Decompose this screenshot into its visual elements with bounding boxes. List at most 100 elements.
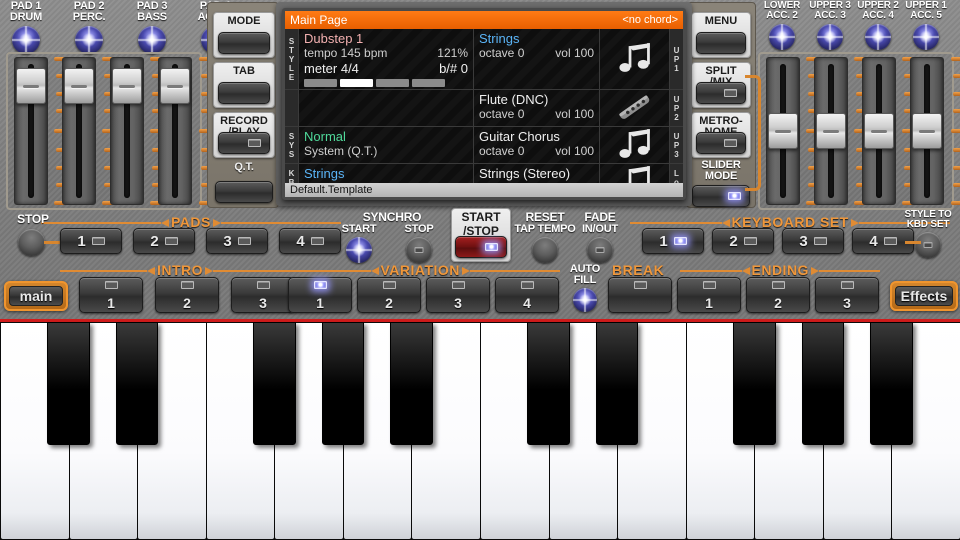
tab-button[interactable]: TAB [213, 62, 275, 108]
synchro-stop-knob[interactable] [406, 237, 432, 263]
ending-button-2[interactable]: 2 [746, 277, 810, 313]
keyboard-set-button-3[interactable]: 3 [782, 228, 844, 254]
keyboard-set-button-1[interactable]: 1 [642, 228, 704, 254]
intro-button-3[interactable]: 3 [231, 277, 295, 313]
right-slider-4[interactable] [908, 57, 946, 205]
black-key[interactable] [390, 322, 433, 445]
variation-button-4[interactable]: 4 [495, 277, 559, 313]
black-key[interactable] [47, 322, 90, 445]
qt-switch[interactable] [215, 181, 273, 203]
slider-handle[interactable] [912, 113, 942, 149]
left-slider-1[interactable] [12, 57, 50, 205]
pad-knob-3[interactable] [138, 26, 166, 54]
auto-fill-control[interactable]: AUTOFILL [562, 264, 608, 312]
black-key[interactable] [116, 322, 159, 445]
variation-button-1[interactable]: 1 [288, 277, 352, 313]
synchro-start-knob[interactable] [346, 237, 372, 263]
effects-button[interactable]: Effects [890, 281, 958, 311]
pad-top-1[interactable]: PAD 1DRUM [0, 1, 56, 54]
pad-top-2[interactable]: PAD 2PERC. [59, 1, 119, 54]
black-key[interactable] [596, 322, 639, 445]
pad-button-4[interactable]: 4 [279, 228, 341, 254]
pad-top-3[interactable]: PAD 3BASS [122, 1, 182, 54]
lcd-row-volume-3: vol 100 [555, 144, 594, 158]
style-to-kbd-knob[interactable] [915, 232, 941, 258]
pad-button-3[interactable]: 3 [206, 228, 268, 254]
slider-handle[interactable] [768, 113, 798, 149]
lcd-sound-cell-2[interactable]: Flute (DNC)octave 0vol 100 [474, 90, 600, 126]
intro-button-2[interactable]: 2 [155, 277, 219, 313]
black-key[interactable] [322, 322, 365, 445]
fade-in-out-knob[interactable] [587, 237, 613, 263]
break-button[interactable] [608, 277, 672, 313]
slider-handle[interactable] [816, 113, 846, 149]
slider-handle[interactable] [64, 68, 94, 104]
slider-handle[interactable] [864, 113, 894, 149]
metronome-button[interactable]: METRO-NOME [691, 112, 751, 158]
black-key[interactable] [802, 322, 845, 445]
slider-handle[interactable] [160, 68, 190, 104]
menu-button[interactable]: MENU [691, 12, 751, 58]
mode-button[interactable]: MODE [213, 12, 275, 58]
lcd-style-cell-2[interactable] [299, 90, 474, 126]
lcd-row-volume-1: vol 100 [555, 46, 594, 60]
record-play-button-switch[interactable] [218, 132, 270, 154]
part-knob-3[interactable] [865, 24, 891, 50]
part-knob-1[interactable] [769, 24, 795, 50]
menu-button-switch[interactable] [696, 32, 746, 54]
record-play-button[interactable]: RECORD/PLAY [213, 112, 275, 158]
lcd-sound-cell-3[interactable]: Guitar Chorusoctave 0vol 100 [474, 127, 600, 163]
left-slider-3[interactable] [108, 57, 146, 205]
slider-mode-button[interactable]: SLIDERMODE [691, 160, 751, 208]
variation-button-3[interactable]: 3 [426, 277, 490, 313]
pad-button-1[interactable]: 1 [60, 228, 122, 254]
slider-mode-switch[interactable] [692, 185, 750, 207]
right-slider-1[interactable] [764, 57, 802, 205]
black-key[interactable] [733, 322, 776, 445]
lcd-style-cell-1[interactable]: Dubstep 1tempo 145 bpm121%meter 4/4b/# 0 [299, 29, 474, 89]
intro-button-1[interactable]: 1 [79, 277, 143, 313]
left-slider-4[interactable] [156, 57, 194, 205]
ending-button-1[interactable]: 1 [677, 277, 741, 313]
part-top-1[interactable]: LOWERACC. 2 [756, 1, 808, 50]
variation-button-2[interactable]: 2 [357, 277, 421, 313]
lcd-row-sound-3: Guitar Chorus [479, 129, 594, 144]
mode-button-switch[interactable] [218, 32, 270, 54]
right-slider-3[interactable] [860, 57, 898, 205]
start-stop-button[interactable]: START/STOP [451, 208, 511, 262]
left-slider-2[interactable] [60, 57, 98, 205]
part-top-2[interactable]: UPPER 3ACC. 3 [804, 1, 856, 50]
part-knob-2[interactable] [817, 24, 843, 50]
reset-tap-tempo-knob[interactable] [532, 237, 558, 263]
lcd-sound-cell-1[interactable]: Stringsoctave 0vol 100 [474, 29, 600, 89]
panel-root: PAD 1DRUMPAD 2PERC.PAD 3BASSPAD 4ACC. 1L… [0, 0, 960, 540]
pad-button-2[interactable]: 2 [133, 228, 195, 254]
pad-knob-2[interactable] [75, 26, 103, 54]
black-key[interactable] [527, 322, 570, 445]
ending-button-3[interactable]: 3 [815, 277, 879, 313]
piano-keyboard[interactable] [0, 319, 960, 540]
main-button[interactable]: main [4, 281, 68, 311]
reset-label: RESET [512, 211, 578, 223]
split-mix-button-switch[interactable] [696, 82, 746, 104]
black-key[interactable] [253, 322, 296, 445]
metronome-button-switch[interactable] [696, 132, 746, 154]
part-knob-4[interactable] [913, 24, 939, 50]
intro-group-label: INTRO [157, 262, 203, 278]
tab-button-switch[interactable] [218, 82, 270, 104]
part-top-4[interactable]: UPPER 1ACC. 5 [900, 1, 952, 50]
keyboard-set-button-2[interactable]: 2 [712, 228, 774, 254]
split-mix-button[interactable]: SPLIT/MIX [691, 62, 751, 108]
black-key[interactable] [870, 322, 913, 445]
lcd-style-cell-3[interactable]: NormalSystem (Q.T.) [299, 127, 474, 163]
pad-knob-1[interactable] [12, 26, 40, 54]
stop-knob[interactable] [18, 229, 45, 256]
part-top-3[interactable]: UPPER 2ACC. 4 [852, 1, 904, 50]
slider-handle[interactable] [112, 68, 142, 104]
style-to-kbd-set[interactable]: STYLE TOKBD SET [898, 210, 958, 258]
qt-button[interactable]: Q.T. [213, 162, 275, 206]
start-stop-switch[interactable] [455, 236, 507, 258]
slider-handle[interactable] [16, 68, 46, 104]
right-slider-2[interactable] [812, 57, 850, 205]
auto-fill-knob[interactable] [573, 288, 597, 312]
